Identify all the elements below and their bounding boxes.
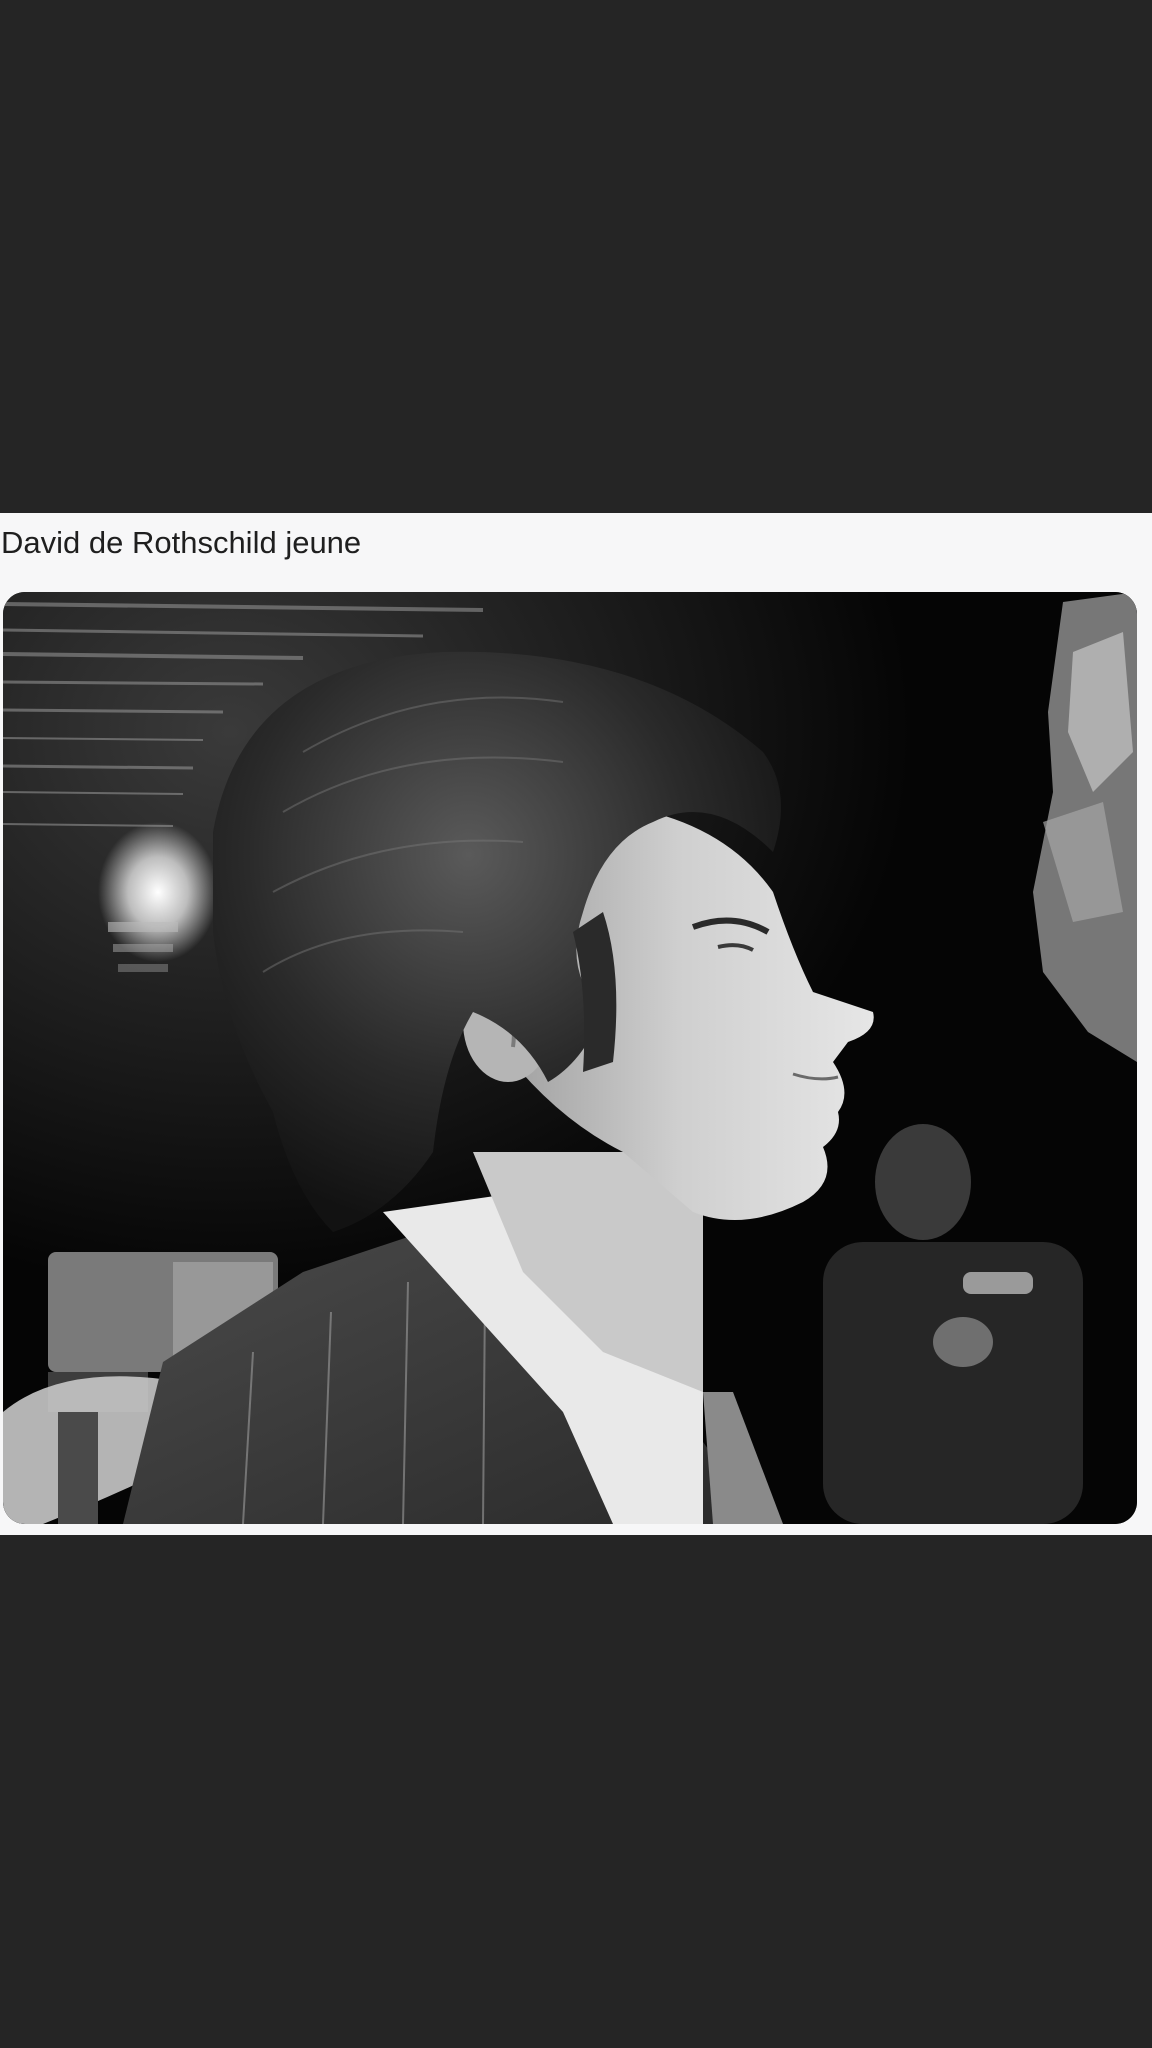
- photo-illustration: [3, 592, 1137, 1524]
- result-photo[interactable]: [3, 592, 1137, 1524]
- image-caption: David de Rothschild jeune: [1, 525, 362, 560]
- image-result-card[interactable]: David de Rothschild jeune: [0, 513, 1152, 1535]
